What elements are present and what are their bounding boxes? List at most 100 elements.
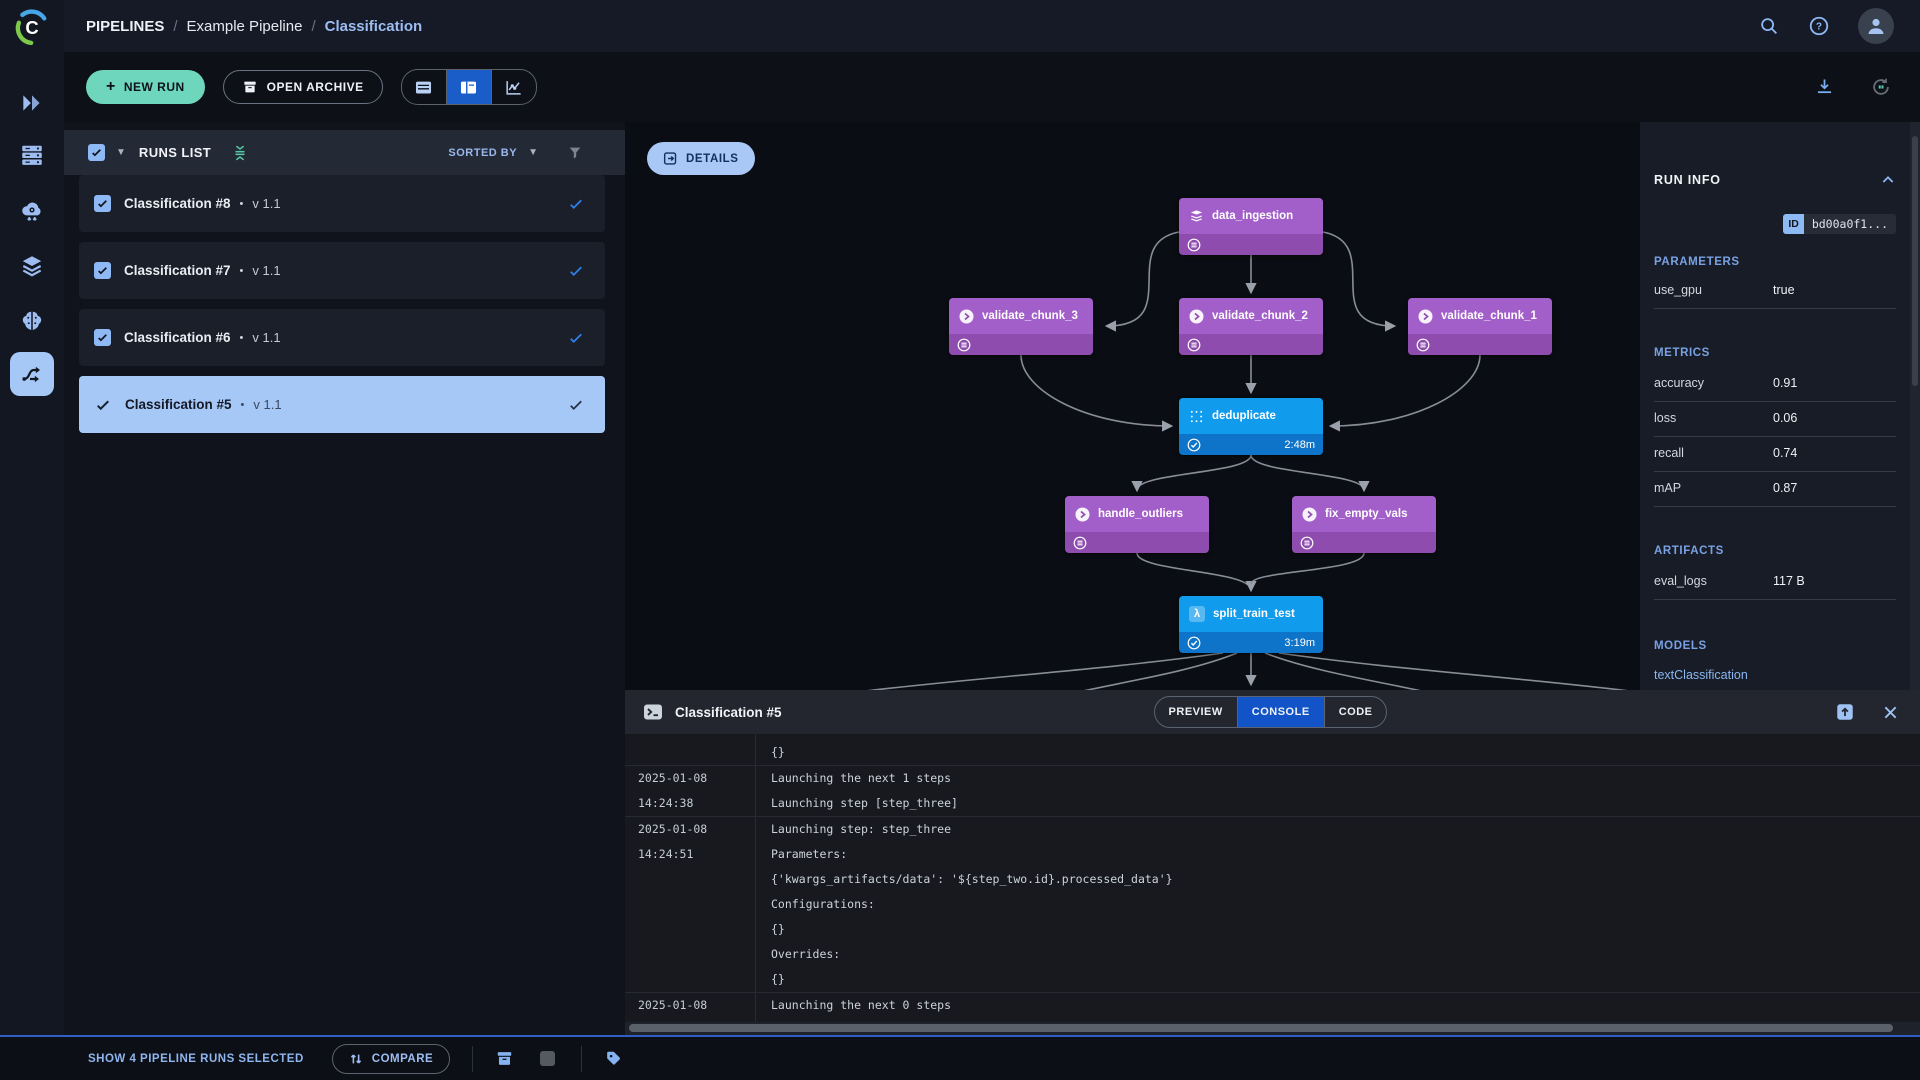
node-label: validate_chunk_3 [982,310,1078,322]
tab-console[interactable]: CONSOLE [1238,697,1325,727]
log-timestamp [625,734,755,765]
run-version: v 1.1 [252,330,280,345]
open-archive-label: OPEN ARCHIVE [267,80,364,94]
sorted-by-caret-icon[interactable]: ▼ [528,147,538,158]
node-label: data_ingestion [1212,210,1293,222]
download-icon[interactable] [1814,76,1836,98]
info-scrollbar-thumb[interactable] [1912,136,1918,386]
run-id-value[interactable]: bd00a0f1... [1804,214,1896,234]
run-name: Classification #7 [124,263,231,278]
metric-value: 0.06 [1773,411,1797,425]
metric-row: accuracy 0.91 [1654,367,1896,402]
queued-status-icon [957,338,971,352]
pipeline-dag-canvas[interactable]: DETAILS data_ingestion [625,122,1640,690]
table-view-toggle[interactable] [402,70,447,104]
auto-refresh-icon[interactable] [1870,76,1892,98]
tag-icon[interactable] [604,1049,623,1068]
queued-status-icon [1187,238,1201,252]
run-checkbox[interactable] [94,262,111,279]
sidebar-datasets-icon[interactable] [19,253,45,279]
breadcrumb-project[interactable]: Example Pipeline [187,18,303,35]
node-label: validate_chunk_2 [1212,310,1308,322]
top-header-bar: PIPELINES / Example Pipeline / Classific… [64,0,1920,52]
breadcrumb-section[interactable]: PIPELINES [86,18,164,35]
run-list-item-selected[interactable]: Classification #5 • v 1.1 [79,376,605,433]
help-icon[interactable]: ? [1808,15,1830,37]
new-run-label: NEW RUN [124,80,185,94]
dag-node-validate-chunk-1[interactable]: validate_chunk_1 [1408,298,1552,355]
log-line: Launching step [step_three] [771,791,1920,816]
sorted-by-label[interactable]: SORTED BY [448,147,517,159]
open-archive-button[interactable]: OPEN ARCHIVE [223,70,383,104]
run-bullet: • [240,198,244,210]
artifact-name: eval_logs [1654,574,1773,588]
compare-button[interactable]: COMPARE [332,1044,450,1074]
metrics-view-toggle[interactable] [492,70,536,104]
log-timestamp: 2025-01-08 14:25:41 [625,993,755,1022]
dag-node-validate-chunk-2[interactable]: validate_chunk_2 [1179,298,1323,355]
new-run-button[interactable]: + NEW RUN [86,70,205,104]
open-in-window-icon[interactable] [1835,702,1855,722]
info-scrollbar-track[interactable] [1910,122,1920,690]
app-window: C [0,0,1920,1080]
chevron-circle-icon [1302,507,1317,522]
chevron-circle-icon [959,309,974,324]
dag-node-split-train-test[interactable]: λ split_train_test 3:19m [1179,596,1323,653]
dag-node-validate-chunk-3[interactable]: validate_chunk_3 [949,298,1093,355]
split-view-toggle[interactable] [447,70,492,104]
search-icon[interactable] [1758,15,1780,37]
clearml-logo-icon[interactable]: C [11,7,53,49]
select-all-checkbox[interactable] [88,144,105,161]
dag-node-data-ingestion[interactable]: data_ingestion [1179,198,1323,255]
dag-node-deduplicate[interactable]: deduplicate 2:48m [1179,398,1323,455]
chevron-circle-icon [1075,507,1090,522]
models-section-title: MODELS [1654,640,1896,652]
console-hscrollbar-thumb[interactable] [629,1024,1893,1032]
sidebar-workers-icon[interactable] [19,142,45,168]
dag-node-fix-empty-vals[interactable]: fix_empty_vals [1292,496,1436,553]
select-all-caret-icon[interactable]: ▼ [116,147,126,158]
run-checkbox[interactable] [94,329,111,346]
tab-preview[interactable]: PREVIEW [1155,697,1238,727]
row-density-icon[interactable] [231,144,249,162]
terminal-icon [643,702,663,722]
run-list-item[interactable]: Classification #6 • v 1.1 [79,309,605,366]
compare-label: COMPARE [372,1053,433,1065]
selection-count-text[interactable]: SHOW 4 PIPELINE RUNS SELECTED [88,1053,304,1065]
sidebar-pipelines-selected[interactable] [10,352,54,396]
lambda-icon: λ [1189,606,1205,622]
sidebar-projects-icon[interactable] [19,90,45,116]
run-check-icon[interactable] [94,396,112,414]
run-id-row: ID bd00a0f1... [1654,214,1896,234]
artifact-row: eval_logs 117 B [1654,565,1896,600]
view-toggle-group [401,69,537,105]
parameters-section-title: PARAMETERS [1654,256,1896,268]
details-button[interactable]: DETAILS [647,142,755,175]
log-row: 2025-01-08 14:24:51 Launching step: step… [625,817,1920,993]
tab-code[interactable]: CODE [1325,697,1387,727]
console-tab-group: PREVIEW CONSOLE CODE [1154,696,1388,728]
svg-text:C: C [25,17,38,38]
close-icon[interactable] [1883,705,1898,720]
run-list-item[interactable]: Classification #8 • v 1.1 [79,175,605,232]
details-label: DETAILS [686,153,739,165]
dag-node-handle-outliers[interactable]: handle_outliers [1065,496,1209,553]
log-line: Configurations: [771,892,1920,917]
console-hscrollbar-track[interactable] [625,1022,1920,1035]
filter-funnel-icon[interactable] [567,145,583,161]
run-checkbox[interactable] [94,195,111,212]
run-list-item[interactable]: Classification #7 • v 1.1 [79,242,605,299]
dedup-grid-icon [1189,409,1204,424]
user-avatar[interactable] [1858,8,1894,44]
sidebar-autoscaler-icon[interactable] [19,198,45,224]
queued-status-icon [1187,338,1201,352]
collapse-chevron-up-icon[interactable] [1880,172,1896,188]
archive-action-icon[interactable] [495,1049,514,1068]
log-line: {} [771,917,1920,942]
model-link[interactable]: textClassification [1654,668,1896,682]
metric-name: loss [1654,411,1773,425]
sidebar-models-icon[interactable] [19,308,45,334]
completed-status-icon [1187,438,1201,452]
run-selected-check-icon [567,262,585,280]
console-log[interactable]: Overrides: {} 2025-01-08 14:24:38 Launch… [625,734,1920,1022]
